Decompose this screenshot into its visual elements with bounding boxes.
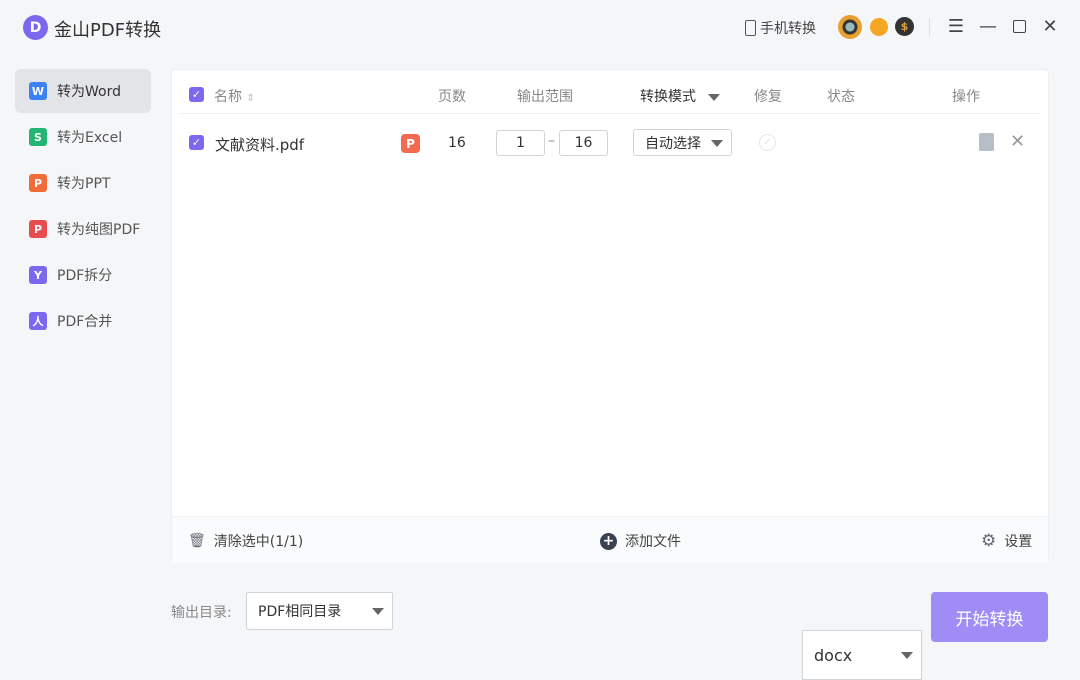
word-icon: W <box>29 82 47 100</box>
sidebar-item-label: PDF拆分 <box>57 265 112 285</box>
header-action: 操作 <box>952 86 980 106</box>
trash-icon: 🗑 <box>188 533 206 549</box>
select-all-checkbox[interactable]: ✓ <box>189 87 204 102</box>
settings-label: 设置 <box>1004 531 1032 551</box>
sidebar-item-label: 转为纯图PDF <box>57 219 140 239</box>
format-value: docx <box>814 646 852 665</box>
sidebar-item-excel[interactable]: S 转为Excel <box>15 115 151 159</box>
image-pdf-icon: P <box>29 220 47 238</box>
page-count: 16 <box>448 135 466 151</box>
format-select[interactable]: docx <box>802 630 922 680</box>
clear-selected-button[interactable]: 🗑 清除选中(1/1) <box>188 531 303 551</box>
settings-button[interactable]: ⚙ 设置 <box>981 531 1032 551</box>
sidebar-item-ppt[interactable]: P 转为PPT <box>15 161 151 205</box>
pdf-file-icon: P <box>401 134 420 153</box>
ppt-icon: P <box>29 174 47 192</box>
sidebar-item-word[interactable]: W 转为Word <box>15 69 151 113</box>
mode-select-value: 自动选择 <box>645 133 701 153</box>
plus-circle-icon: + <box>600 533 617 550</box>
add-file-label: 添加文件 <box>625 531 681 551</box>
header-name-label: 名称 <box>214 89 242 105</box>
coin-icon[interactable]: $ <box>895 17 914 36</box>
merge-icon: 人 <box>29 312 47 330</box>
gear-icon: ⚙ <box>981 531 996 551</box>
preview-file-icon[interactable] <box>979 133 994 151</box>
output-dir-label: 输出目录: <box>171 602 232 622</box>
sidebar-item-label: 转为Excel <box>57 127 122 147</box>
header-pages: 页数 <box>438 86 466 106</box>
avatar[interactable] <box>838 15 862 39</box>
chevron-down-icon <box>901 652 913 659</box>
sidebar-item-label: 转为Word <box>57 81 121 101</box>
output-dir-value: PDF相同目录 <box>258 601 341 621</box>
header-repair: 修复 <box>754 86 782 106</box>
mode-select[interactable]: 自动选择 <box>633 129 732 156</box>
range-separator: – <box>548 133 555 149</box>
divider <box>929 18 930 36</box>
header-status: 状态 <box>827 86 855 106</box>
sidebar-item-label: PDF合并 <box>57 311 112 331</box>
header-range: 输出范围 <box>517 86 573 106</box>
excel-icon: S <box>29 128 47 146</box>
range-from-input[interactable]: 1 <box>496 130 545 156</box>
sidebar-item-split[interactable]: Y PDF拆分 <box>15 253 151 297</box>
file-name: 文献资料.pdf <box>215 134 304 155</box>
range-to-input[interactable]: 16 <box>559 130 608 156</box>
start-convert-button[interactable]: 开始转换 <box>931 592 1048 642</box>
sidebar-item-merge[interactable]: 人 PDF合并 <box>15 299 151 343</box>
sort-icon[interactable]: ⇕ <box>246 93 254 104</box>
remove-file-icon[interactable]: ✕ <box>1010 131 1025 152</box>
phone-icon <box>745 20 756 36</box>
mobile-convert-button[interactable]: 手机转换 <box>745 18 816 38</box>
header-name[interactable]: 名称 ⇕ <box>214 86 255 106</box>
table-footer: 🗑 清除选中(1/1) + 添加文件 ⚙ 设置 <box>172 516 1048 563</box>
sidebar-item-label: 转为PPT <box>57 173 110 193</box>
repair-check-icon: ✓ <box>759 134 776 151</box>
split-icon: Y <box>29 266 47 284</box>
app-title: 金山PDF转换 <box>54 16 161 42</box>
vip-crown-icon[interactable] <box>870 18 888 36</box>
mode-dropdown-icon[interactable] <box>708 94 720 101</box>
divider <box>180 113 1040 114</box>
close-icon[interactable]: ✕ <box>1038 14 1062 38</box>
minimize-icon[interactable]: — <box>976 14 1000 38</box>
chevron-down-icon <box>711 140 723 147</box>
file-table-panel: ✓ 名称 ⇕ 页数 输出范围 转换模式 修复 状态 操作 ✓ 文献资料.pdf … <box>171 69 1049 563</box>
row-checkbox[interactable]: ✓ <box>189 135 204 150</box>
menu-icon[interactable]: ☰ <box>944 14 968 38</box>
sidebar-item-image-pdf[interactable]: P 转为纯图PDF <box>15 207 151 251</box>
header-mode[interactable]: 转换模式 <box>640 86 720 106</box>
mobile-convert-label: 手机转换 <box>760 18 816 38</box>
add-file-button[interactable]: + 添加文件 <box>600 531 681 551</box>
maximize-icon[interactable] <box>1007 14 1031 38</box>
header-mode-label: 转换模式 <box>640 89 696 105</box>
table-row: ✓ 文献资料.pdf P 16 1 – 16 自动选择 ✓ ✕ <box>172 70 1048 97</box>
clear-selected-label: 清除选中(1/1) <box>214 531 303 551</box>
app-logo: D <box>23 15 48 40</box>
output-dir-select[interactable]: PDF相同目录 <box>246 592 393 630</box>
chevron-down-icon <box>372 608 384 615</box>
